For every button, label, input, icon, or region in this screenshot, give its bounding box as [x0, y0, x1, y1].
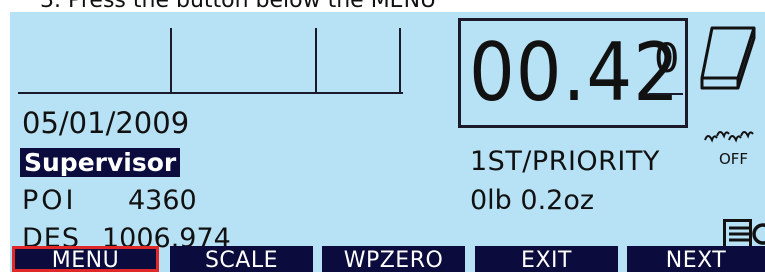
softkey-label: EXIT [521, 248, 572, 272]
weight-superscript: 0 [654, 36, 680, 82]
softkey-wpzero[interactable]: WPZERO [322, 246, 465, 272]
user-role-badge: Supervisor [20, 148, 181, 177]
softkey-exit[interactable]: EXIT [475, 246, 618, 272]
weight-underscore [649, 93, 683, 95]
softkey-next[interactable]: NEXT [627, 246, 765, 272]
top-caption-text: 3. Press the button below the MENU [40, 0, 436, 12]
level-indicator-icon [723, 219, 765, 249]
mail-class-label: 1ST/PRIORITY [470, 146, 660, 177]
softkey-label: NEXT [665, 248, 727, 272]
poi-value: 4360 [128, 185, 197, 216]
softkey-bar: MENU SCALE WPZERO EXIT NEXT [10, 246, 765, 272]
weight-readout: 00.42 0 [458, 18, 688, 128]
tape-baseline [18, 92, 403, 94]
softkey-label: WPZERO [343, 248, 444, 272]
scale-display: 05/01/2009 Supervisor POI 4360 DES 1006.… [10, 12, 765, 272]
birds-icon [704, 131, 754, 143]
bar-tape [18, 28, 403, 98]
poi-label: POI [22, 185, 77, 216]
tape-divider [315, 28, 317, 94]
softkey-scale[interactable]: SCALE [170, 246, 313, 272]
softkey-label: SCALE [204, 248, 279, 272]
softkey-label: MENU [51, 248, 120, 272]
tape-divider [399, 28, 401, 94]
weight-lb-oz: 0lb 0.2oz [470, 185, 595, 216]
weight-value: 00.42 [469, 26, 680, 119]
status-off-label: OFF [719, 150, 749, 168]
tape-divider [170, 28, 172, 94]
top-caption-fragment: 3. Press the button below the MENU [0, 0, 765, 12]
date-label: 05/01/2009 [22, 106, 190, 140]
softkey-menu[interactable]: MENU [12, 246, 159, 272]
scale-tray-icon [700, 26, 756, 90]
